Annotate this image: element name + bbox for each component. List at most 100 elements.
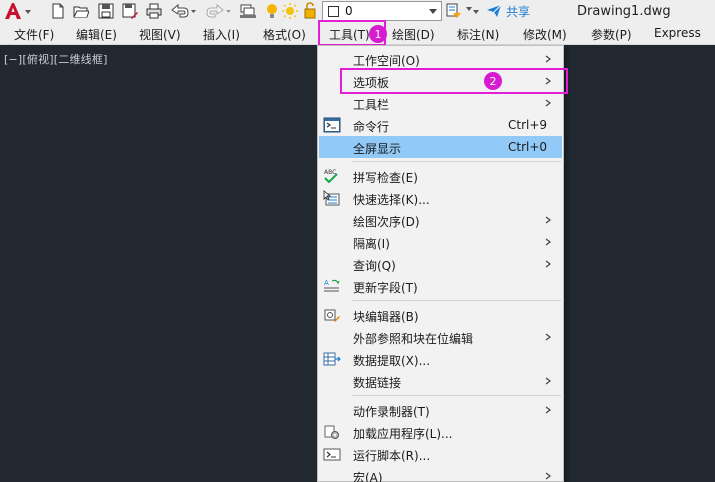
printer-icon [146, 3, 162, 19]
layer-name-value: 0 [345, 4, 353, 18]
menu-item-toolbars[interactable]: 工具栏 [319, 92, 562, 114]
autocad-logo-icon [5, 3, 31, 19]
chevron-right-icon [545, 99, 551, 107]
menu-item-clean-screen[interactable]: 全屏显示 Ctrl+0 [319, 136, 562, 158]
chevron-right-icon [545, 238, 551, 246]
layer-state-icons[interactable] [264, 2, 320, 20]
menu-item-label: 数据提取(X)... [353, 354, 431, 368]
save-as-button[interactable] [120, 2, 140, 20]
menu-item-label: 外部参照和块在位编辑 [353, 332, 474, 346]
match-layer-button[interactable] [446, 2, 480, 20]
menu-file[interactable]: 文件(F) [14, 26, 54, 43]
save-disk-icon [98, 3, 114, 19]
menu-item-label: 加载应用程序(L)... [353, 427, 453, 441]
step-badge-2: 2 [484, 72, 502, 90]
layer-match-icon [446, 3, 479, 18]
new-file-button[interactable] [48, 2, 68, 20]
menu-item-isolate[interactable]: 隔离(I) [319, 231, 562, 253]
chevron-right-icon [545, 333, 551, 341]
paper-plane-icon [487, 4, 502, 17]
open-file-button[interactable] [71, 2, 91, 20]
unlock-icon [304, 2, 316, 19]
sun-icon [282, 3, 298, 19]
menu-view[interactable]: 视图(V) [139, 26, 181, 43]
undo-button[interactable] [168, 2, 198, 20]
svg-text:A: A [324, 279, 329, 287]
chevron-down-icon [429, 9, 437, 14]
chevron-right-icon [545, 55, 551, 63]
redo-icon [206, 3, 231, 18]
chevron-right-icon [545, 377, 551, 385]
menu-item-update-fields[interactable]: A 更新字段(T) [319, 275, 562, 297]
menu-separator [352, 395, 561, 396]
menu-item-macros[interactable]: 宏(A) [319, 465, 562, 482]
shortcut-label: Ctrl+0 [508, 140, 548, 154]
redo-button[interactable] [203, 2, 233, 20]
layer-color-swatch [328, 5, 339, 17]
menu-item-block-editor[interactable]: 块编辑器(B) [319, 304, 562, 326]
menu-item-label: 全屏显示 [353, 142, 402, 156]
layer-dropdown[interactable]: 0 [322, 1, 442, 21]
layer-properties-button[interactable] [238, 2, 258, 20]
shortcut-label: Ctrl+9 [508, 118, 548, 132]
quick-select-icon [323, 190, 340, 206]
menu-item-label: 更新字段(T) [353, 281, 418, 295]
menu-item-command-line[interactable]: 命令行 Ctrl+9 [319, 114, 562, 136]
block-editor-icon [324, 309, 340, 322]
step-badge-1: 1 [369, 25, 387, 43]
menu-parameters[interactable]: 参数(P) [591, 26, 632, 43]
data-extraction-icon [323, 352, 341, 366]
undo-icon [171, 3, 196, 18]
menu-item-label: 查询(Q) [353, 259, 396, 273]
spell-check-icon: ABC [324, 169, 338, 184]
menu-item-quick-select[interactable]: 快速选择(K)... [319, 187, 562, 209]
menu-item-data-links[interactable]: 数据链接 [319, 370, 562, 392]
layer-properties-icon [240, 4, 256, 18]
menu-item-label: 工具栏 [353, 98, 390, 112]
plot-button[interactable] [144, 2, 164, 20]
menu-item-label: 快速选择(K)... [353, 193, 430, 207]
menu-separator [352, 161, 561, 162]
menu-insert[interactable]: 插入(I) [203, 26, 240, 43]
menu-format[interactable]: 格式(O) [263, 26, 306, 43]
menu-item-label: 块编辑器(B) [353, 310, 419, 324]
menu-item-label: 动作录制器(T) [353, 405, 430, 419]
save-button[interactable] [96, 2, 116, 20]
menu-item-label: 运行脚本(R)... [353, 449, 431, 463]
tools-dropdown-menu: 工作空间(O) 选项板 工具栏 命令行 Ctrl+9 全屏显示 Ctrl+0 A… [317, 45, 564, 482]
command-line-icon [323, 117, 341, 133]
menu-item-label: 数据链接 [353, 376, 402, 390]
menu-item-label: 隔离(I) [353, 237, 390, 251]
menu-separator [352, 300, 561, 301]
new-file-icon [52, 3, 64, 19]
run-script-icon [323, 448, 341, 461]
menu-item-run-script[interactable]: 运行脚本(R)... [319, 443, 562, 465]
menu-item-xref-block-edit[interactable]: 外部参照和块在位编辑 [319, 326, 562, 348]
menu-draw[interactable]: 绘图(D) [392, 26, 435, 43]
share-label: 共享 [506, 4, 531, 19]
chevron-right-icon [545, 216, 551, 224]
application-menu-button[interactable] [3, 2, 33, 20]
menu-dimension[interactable]: 标注(N) [457, 26, 499, 43]
menu-item-label: 工作空间(O) [353, 54, 420, 68]
menu-edit[interactable]: 编辑(E) [76, 26, 117, 43]
viewport-controls-label[interactable]: [−][俯视][二维线框] [4, 51, 108, 67]
chevron-right-icon [545, 260, 551, 268]
menu-item-draw-order[interactable]: 绘图次序(D) [319, 209, 562, 231]
menu-item-action-recorder[interactable]: 动作录制器(T) [319, 399, 562, 421]
menu-item-label: 宏(A) [353, 471, 383, 482]
menu-item-workspaces[interactable]: 工作空间(O) [319, 48, 562, 70]
menu-item-label: 拼写检查(E) [353, 171, 418, 185]
open-folder-icon [73, 6, 89, 18]
menu-item-data-extraction[interactable]: 数据提取(X)... [319, 348, 562, 370]
document-title: Drawing1.dwg [577, 4, 671, 19]
menu-item-label: 绘图次序(D) [353, 215, 420, 229]
menu-express[interactable]: Express [654, 26, 701, 40]
menu-item-spell-check[interactable]: ABC 拼写检查(E) [319, 165, 562, 187]
share-button[interactable]: 共享 [486, 2, 530, 20]
menu-item-load-application[interactable]: 加载应用程序(L)... [319, 421, 562, 443]
save-as-icon [122, 3, 138, 19]
menu-modify[interactable]: 修改(M) [523, 26, 567, 43]
menu-item-inquiry[interactable]: 查询(Q) [319, 253, 562, 275]
svg-text:ABC: ABC [324, 169, 336, 176]
